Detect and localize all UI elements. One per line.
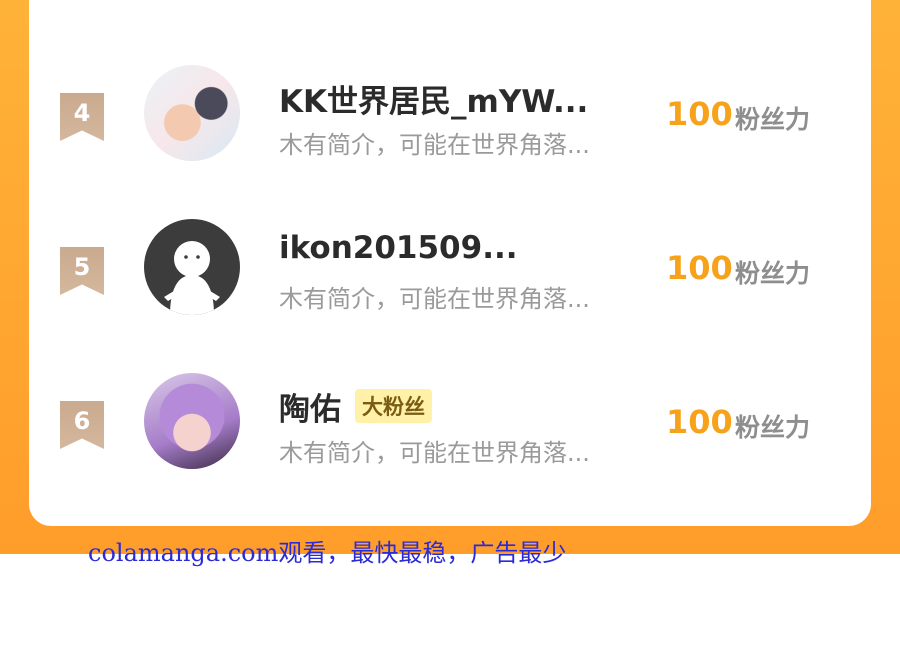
user-bio: 木有简介，可能在世界角落... bbox=[279, 439, 590, 467]
rank-badge: 5 bbox=[60, 247, 104, 295]
rank-number: 6 bbox=[73, 407, 91, 435]
rank-badge: 6 bbox=[60, 401, 104, 449]
user-bio: 木有简介，可能在世界角落... bbox=[279, 131, 590, 159]
user-name[interactable]: KK世界居民_mYW... bbox=[279, 76, 588, 121]
watermark-text: colamanga.com观看，最快最稳，广告最少 bbox=[88, 539, 567, 567]
rank-number: 5 bbox=[73, 253, 91, 281]
fan-power-score: 100 bbox=[666, 95, 733, 133]
rank-number: 4 bbox=[73, 99, 91, 127]
list-item[interactable]: 4 KK世界居民_mYW... 木有简介，可能在世界角落... 100 粉丝力 bbox=[29, 58, 871, 168]
list-item[interactable]: 6 陶佑 大粉丝 木有简介，可能在世界角落... 100 粉丝力 bbox=[29, 366, 871, 476]
user-name[interactable]: 陶佑 bbox=[279, 384, 341, 429]
avatar[interactable] bbox=[144, 373, 240, 469]
big-fan-badge: 大粉丝 bbox=[355, 389, 432, 423]
fan-power-label: 粉丝力 bbox=[735, 259, 811, 288]
default-avatar-icon bbox=[164, 241, 220, 315]
avatar[interactable] bbox=[144, 65, 240, 161]
user-bio: 木有简介，可能在世界角落... bbox=[279, 285, 590, 313]
fan-power-label: 粉丝力 bbox=[735, 413, 811, 442]
list-item[interactable]: 5 ikon201509... 木有简介，可能在世界角落... 100 粉丝力 bbox=[29, 212, 871, 322]
fan-power-label: 粉丝力 bbox=[735, 105, 811, 134]
fan-power-score: 100 bbox=[666, 249, 733, 287]
avatar[interactable] bbox=[144, 219, 240, 315]
user-name[interactable]: ikon201509... bbox=[279, 230, 518, 266]
rank-badge: 4 bbox=[60, 93, 104, 141]
leaderboard-card: 4 KK世界居民_mYW... 木有简介，可能在世界角落... 100 粉丝力 … bbox=[29, 0, 871, 526]
fan-power-score: 100 bbox=[666, 403, 733, 441]
